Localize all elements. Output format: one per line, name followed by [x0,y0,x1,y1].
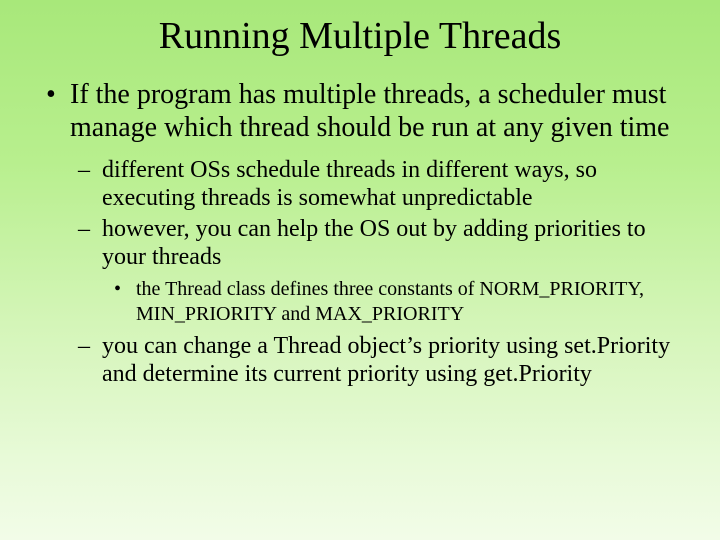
bullet-level3: • the Thread class defines three constan… [114,277,690,326]
slide-title: Running Multiple Threads [30,14,690,58]
bullet-level1: • If the program has multiple threads, a… [40,78,690,144]
bullet-level2: – different OSs schedule threads in diff… [78,156,690,213]
bullet-text: the Thread class defines three constants… [136,277,690,326]
bullet-dot-icon: • [40,78,70,144]
dash-icon: – [78,332,102,389]
dash-icon: – [78,156,102,213]
level2-group: – different OSs schedule threads in diff… [40,156,690,389]
bullet-text: you can change a Thread object’s priorit… [102,332,690,389]
dash-icon: – [78,215,102,272]
bullet-level2: – you can change a Thread object’s prior… [78,332,690,389]
level3-group: • the Thread class defines three constan… [78,277,690,326]
bullet-level2: – however, you can help the OS out by ad… [78,215,690,272]
slide-body: • If the program has multiple threads, a… [30,78,690,389]
bullet-text: different OSs schedule threads in differ… [102,156,690,213]
bullet-dot-icon: • [114,277,136,326]
bullet-text: however, you can help the OS out by addi… [102,215,690,272]
bullet-text: If the program has multiple threads, a s… [70,78,690,144]
